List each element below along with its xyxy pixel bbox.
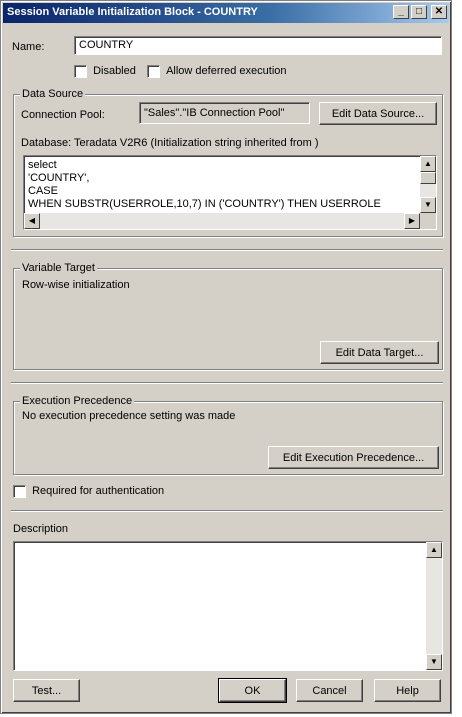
deferred-checkbox[interactable] [147,65,160,78]
disabled-label: Disabled [93,65,136,78]
scroll-corner [420,213,436,229]
description-vertical-scrollbar[interactable]: ▲ ▼ [426,542,442,670]
separator [11,249,443,251]
close-button[interactable]: ✕ [431,5,447,19]
required-auth-checkbox[interactable] [13,485,26,498]
execution-precedence-legend: Execution Precedence [20,395,135,407]
disabled-checkbox[interactable] [74,65,87,78]
sql-line: WHEN SUBSTR(USERROLE,10,7) IN ('COUNTRY'… [28,198,381,210]
data-source-group: Data Source Connection Pool: "Sales"."IB… [13,88,443,237]
required-auth-option[interactable]: Required for authentication [13,485,164,498]
scroll-down-icon[interactable]: ▼ [426,654,442,670]
database-info: Database: Teradata V2R6 (Initialization … [21,137,319,149]
execution-precedence-text: No execution precedence setting was made [22,410,236,422]
scroll-down-icon[interactable]: ▼ [420,197,436,213]
connection-pool-label: Connection Pool: [21,109,105,121]
sql-line: select [28,159,57,171]
title-bar[interactable]: Session Variable Initialization Block - … [3,3,449,23]
edit-data-source-button[interactable]: Edit Data Source... [319,102,437,125]
separator [11,510,443,512]
scroll-left-icon[interactable]: ◀ [24,213,40,229]
name-label: Name: [12,41,45,53]
ok-button[interactable]: OK [218,678,287,703]
data-source-legend: Data Source [20,88,86,100]
sql-horizontal-scrollbar[interactable]: ◀ ▶ [24,213,420,229]
sql-textarea[interactable]: select 'COUNTRY', CASE WHEN SUBSTR(USERR… [23,155,437,230]
variable-target-group: Variable Target Row-wise initialization … [13,262,443,370]
scroll-up-icon[interactable]: ▲ [420,156,436,172]
description-label: Description [13,523,69,535]
scroll-thumb[interactable] [420,172,436,184]
sql-vertical-scrollbar[interactable]: ▲ ▼ [420,156,436,213]
sql-line: 'COUNTRY', [28,172,90,184]
window-title: Session Variable Initialization Block - … [7,6,258,18]
connection-pool-field: "Sales"."IB Connection Pool" [139,102,310,124]
required-auth-label: Required for authentication [32,485,165,498]
edit-data-target-button[interactable]: Edit Data Target... [320,341,439,364]
test-button[interactable]: Test... [13,679,80,702]
sql-line: CASE [28,185,58,197]
variable-target-legend: Variable Target [20,262,97,274]
variable-target-text: Row-wise initialization [22,279,130,291]
description-textarea[interactable]: ▲ ▼ [13,541,443,671]
scroll-up-icon[interactable]: ▲ [426,542,442,558]
separator [11,382,443,384]
maximize-button[interactable]: □ [411,5,427,19]
deferred-option[interactable]: Allow deferred execution [147,65,287,78]
name-field[interactable]: COUNTRY [74,36,442,55]
edit-execution-precedence-button[interactable]: Edit Execution Precedence... [268,446,439,469]
cancel-button[interactable]: Cancel [296,679,363,702]
minimize-button[interactable]: _ [393,5,409,19]
dialog-window: Session Variable Initialization Block - … [0,0,452,714]
execution-precedence-group: Execution Precedence No execution preced… [13,395,443,475]
scroll-right-icon[interactable]: ▶ [404,213,420,229]
disabled-option[interactable]: Disabled [74,65,136,78]
deferred-label: Allow deferred execution [166,65,287,78]
help-button[interactable]: Help [374,679,441,702]
